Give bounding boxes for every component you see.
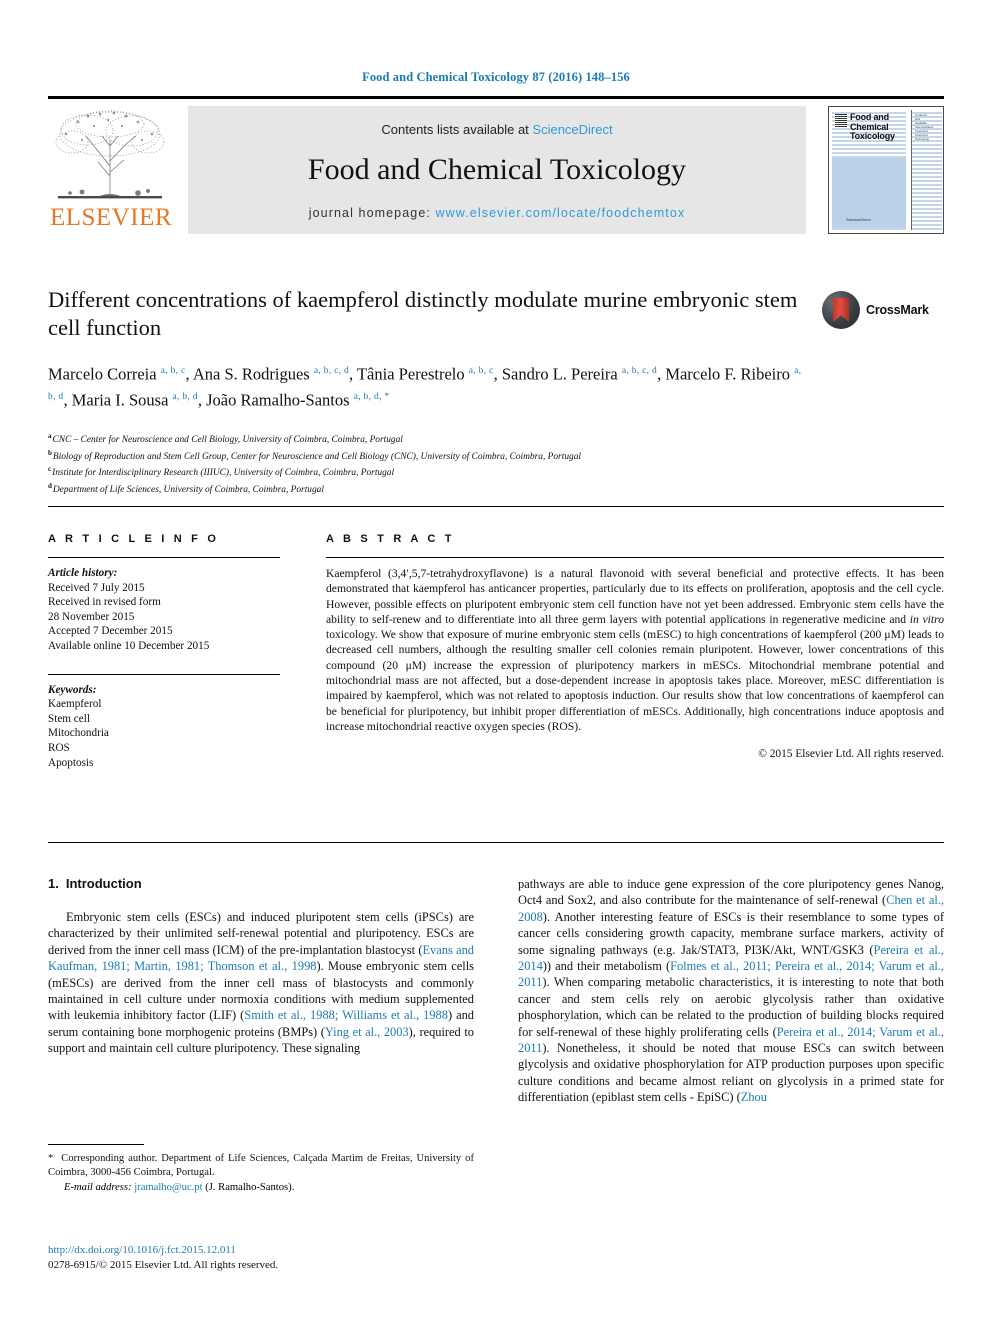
affiliation-item: aCNC – Center for Neuroscience and Cell … (48, 430, 878, 447)
abstract-column: A B S T R A C T Kaempferol (3,4′,5,7-tet… (326, 533, 944, 760)
title-block: Different concentrations of kaempferol d… (48, 286, 808, 411)
keyword-item: Apoptosis (48, 756, 94, 769)
author-list: Marcelo Correia a, b, c, Ana S. Rodrigue… (48, 364, 802, 410)
crossmark-label: CrossMark (866, 303, 929, 317)
abstract-heading: A B S T R A C T (326, 533, 455, 545)
history-item: Received 7 July 2015 (48, 581, 145, 594)
journal-homepage-line: journal homepage: www.elsevier.com/locat… (188, 206, 806, 220)
footnote-rule (48, 1144, 144, 1145)
copyright-line: © 2015 Elsevier Ltd. All rights reserved… (758, 748, 944, 761)
cover-journal-title: Food and Chemical Toxicology (850, 112, 895, 141)
affiliation-item: cInstitute for Interdisciplinary Researc… (48, 463, 878, 480)
affiliation-text: Institute for Interdisciplinary Research… (52, 468, 395, 479)
affiliation-mark: b (48, 448, 52, 457)
crossmark-circle-icon (822, 291, 860, 329)
email-owner: (J. Ramalho-Santos). (205, 1182, 295, 1194)
section-number: 1. (48, 876, 59, 891)
section-title: Introduction (65, 876, 142, 891)
affiliation-text: Department of Life Sciences, University … (52, 485, 324, 496)
cover-front-panel: Food and Chemical Toxicology ScienceDire… (832, 110, 906, 230)
journal-cover-thumbnail: Food and Chemical Toxicology ScienceDire… (828, 106, 944, 234)
elsevier-tree-icon (52, 106, 168, 202)
cover-publisher-mark-icon (835, 114, 847, 127)
crossmark-badge[interactable]: CrossMark (822, 291, 942, 329)
homepage-link[interactable]: www.elsevier.com/locate/foodchemtox (436, 206, 686, 220)
doi-block: http://dx.doi.org/10.1016/j.fct.2015.12.… (48, 1243, 474, 1272)
keywords-label: Keywords: (48, 683, 97, 696)
history-item: Accepted 7 December 2015 (48, 625, 173, 638)
article-info-column: A R T I C L E I N F O Article history: R… (48, 533, 280, 770)
body-columns: 1. Introduction Embryonic stem cells (ESC… (48, 876, 944, 1276)
abstract-rule (326, 557, 944, 558)
masthead-top-rule (48, 96, 944, 99)
affiliation-item: bBiology of Reproduction and Stem Cell G… (48, 447, 878, 464)
article-history-group: Article history: Received 7 July 2015 Re… (48, 566, 280, 654)
affiliation-text: Biology of Reproduction and Stem Cell Gr… (52, 451, 581, 462)
journal-title: Food and Chemical Toxicology (307, 153, 687, 186)
page-title: Different concentrations of kaempferol d… (48, 287, 798, 340)
email-link[interactable]: jramalho@uc.pt (134, 1182, 202, 1193)
keywords-group: Keywords: Kaempferol Stem cell Mitochond… (48, 683, 280, 771)
abstract-text: Kaempferol (3,4′,5,7-tetrahydroxyflavone… (326, 567, 944, 733)
band-bottom-rule (48, 842, 944, 843)
keyword-item: Kaempferol (48, 698, 102, 711)
crossmark-bookmark-icon (833, 298, 849, 322)
elsevier-wordmark: ELSEVIER (49, 204, 173, 231)
history-item: Received in revised form (48, 596, 161, 609)
sciencedirect-link[interactable]: ScienceDirect (532, 122, 612, 137)
affiliation-text: CNC – Center for Neuroscience and Cell B… (52, 435, 403, 446)
journal-masthead: ELSEVIER Contents lists available at Sci… (48, 96, 944, 236)
keyword-item: Mitochondria (48, 727, 109, 740)
cover-spine-panel: Contents lists available ScienceDirect Food … (911, 110, 942, 230)
running-head: Food and Chemical Toxicology 87 (2016) 1… (362, 70, 630, 84)
keyword-item: Stem cell (48, 712, 90, 725)
article-info-rule (48, 557, 280, 558)
affiliations-list: aCNC – Center for Neuroscience and Cell … (48, 430, 878, 497)
contents-available-line: Contents lists available at ScienceDirec… (188, 122, 806, 137)
doi-link[interactable]: http://dx.doi.org/10.1016/j.fct.2015.12.… (48, 1243, 474, 1258)
history-item: Available online 10 December 2015 (48, 639, 210, 652)
corresponding-author-footnote: * Corresponding author. Department of Li… (48, 1144, 474, 1195)
article-info-heading: A R T I C L E I N F O (48, 533, 220, 545)
body-column-right: pathways are able to induce gene express… (518, 876, 944, 1106)
corresponding-author-email-line: E-mail address: jramalho@uc.pt (J. Ramal… (48, 1181, 474, 1195)
introduction-paragraph-left: Embryonic stem cells (ESCs) and induced … (48, 910, 474, 1056)
affiliation-mark: a (48, 432, 52, 440)
cover-footer-text: ScienceDirect (846, 217, 871, 222)
keywords-rule (48, 673, 280, 675)
cover-spine-text: Contents lists available ScienceDirect Food … (915, 113, 934, 141)
homepage-prefix: journal homepage: (308, 206, 436, 220)
affiliation-mark: c (48, 465, 52, 474)
elsevier-logo: ELSEVIER (48, 106, 174, 234)
article-page: Food and Chemical Toxicology 87 (2016) 1… (0, 0, 992, 1323)
affiliation-mark: d (48, 482, 52, 491)
email-label: E-mail address: (64, 1182, 132, 1194)
info-abstract-band: A R T I C L E I N F O Article history: R… (48, 506, 944, 769)
body-column-left: 1. Introduction Embryonic stem cells (ESC… (48, 876, 474, 1057)
article-history-label: Article history: (48, 567, 118, 579)
introduction-paragraph-right: pathways are able to induce gene express… (518, 877, 944, 1105)
section-heading-introduction: 1. Introduction (48, 876, 474, 891)
masthead-banner: Contents lists available at ScienceDirec… (188, 106, 806, 234)
contents-prefix: Contents lists available at (381, 122, 533, 137)
issn-copyright-line: 0278-6915/© 2015 Elsevier Ltd. All right… (48, 1258, 279, 1271)
corresponding-author-text: * Corresponding author. Department of Li… (48, 1153, 474, 1178)
affiliation-item: dDepartment of Life Sciences, University… (48, 480, 878, 497)
history-item: 28 November 2015 (48, 610, 135, 623)
keyword-item: ROS (48, 741, 70, 754)
